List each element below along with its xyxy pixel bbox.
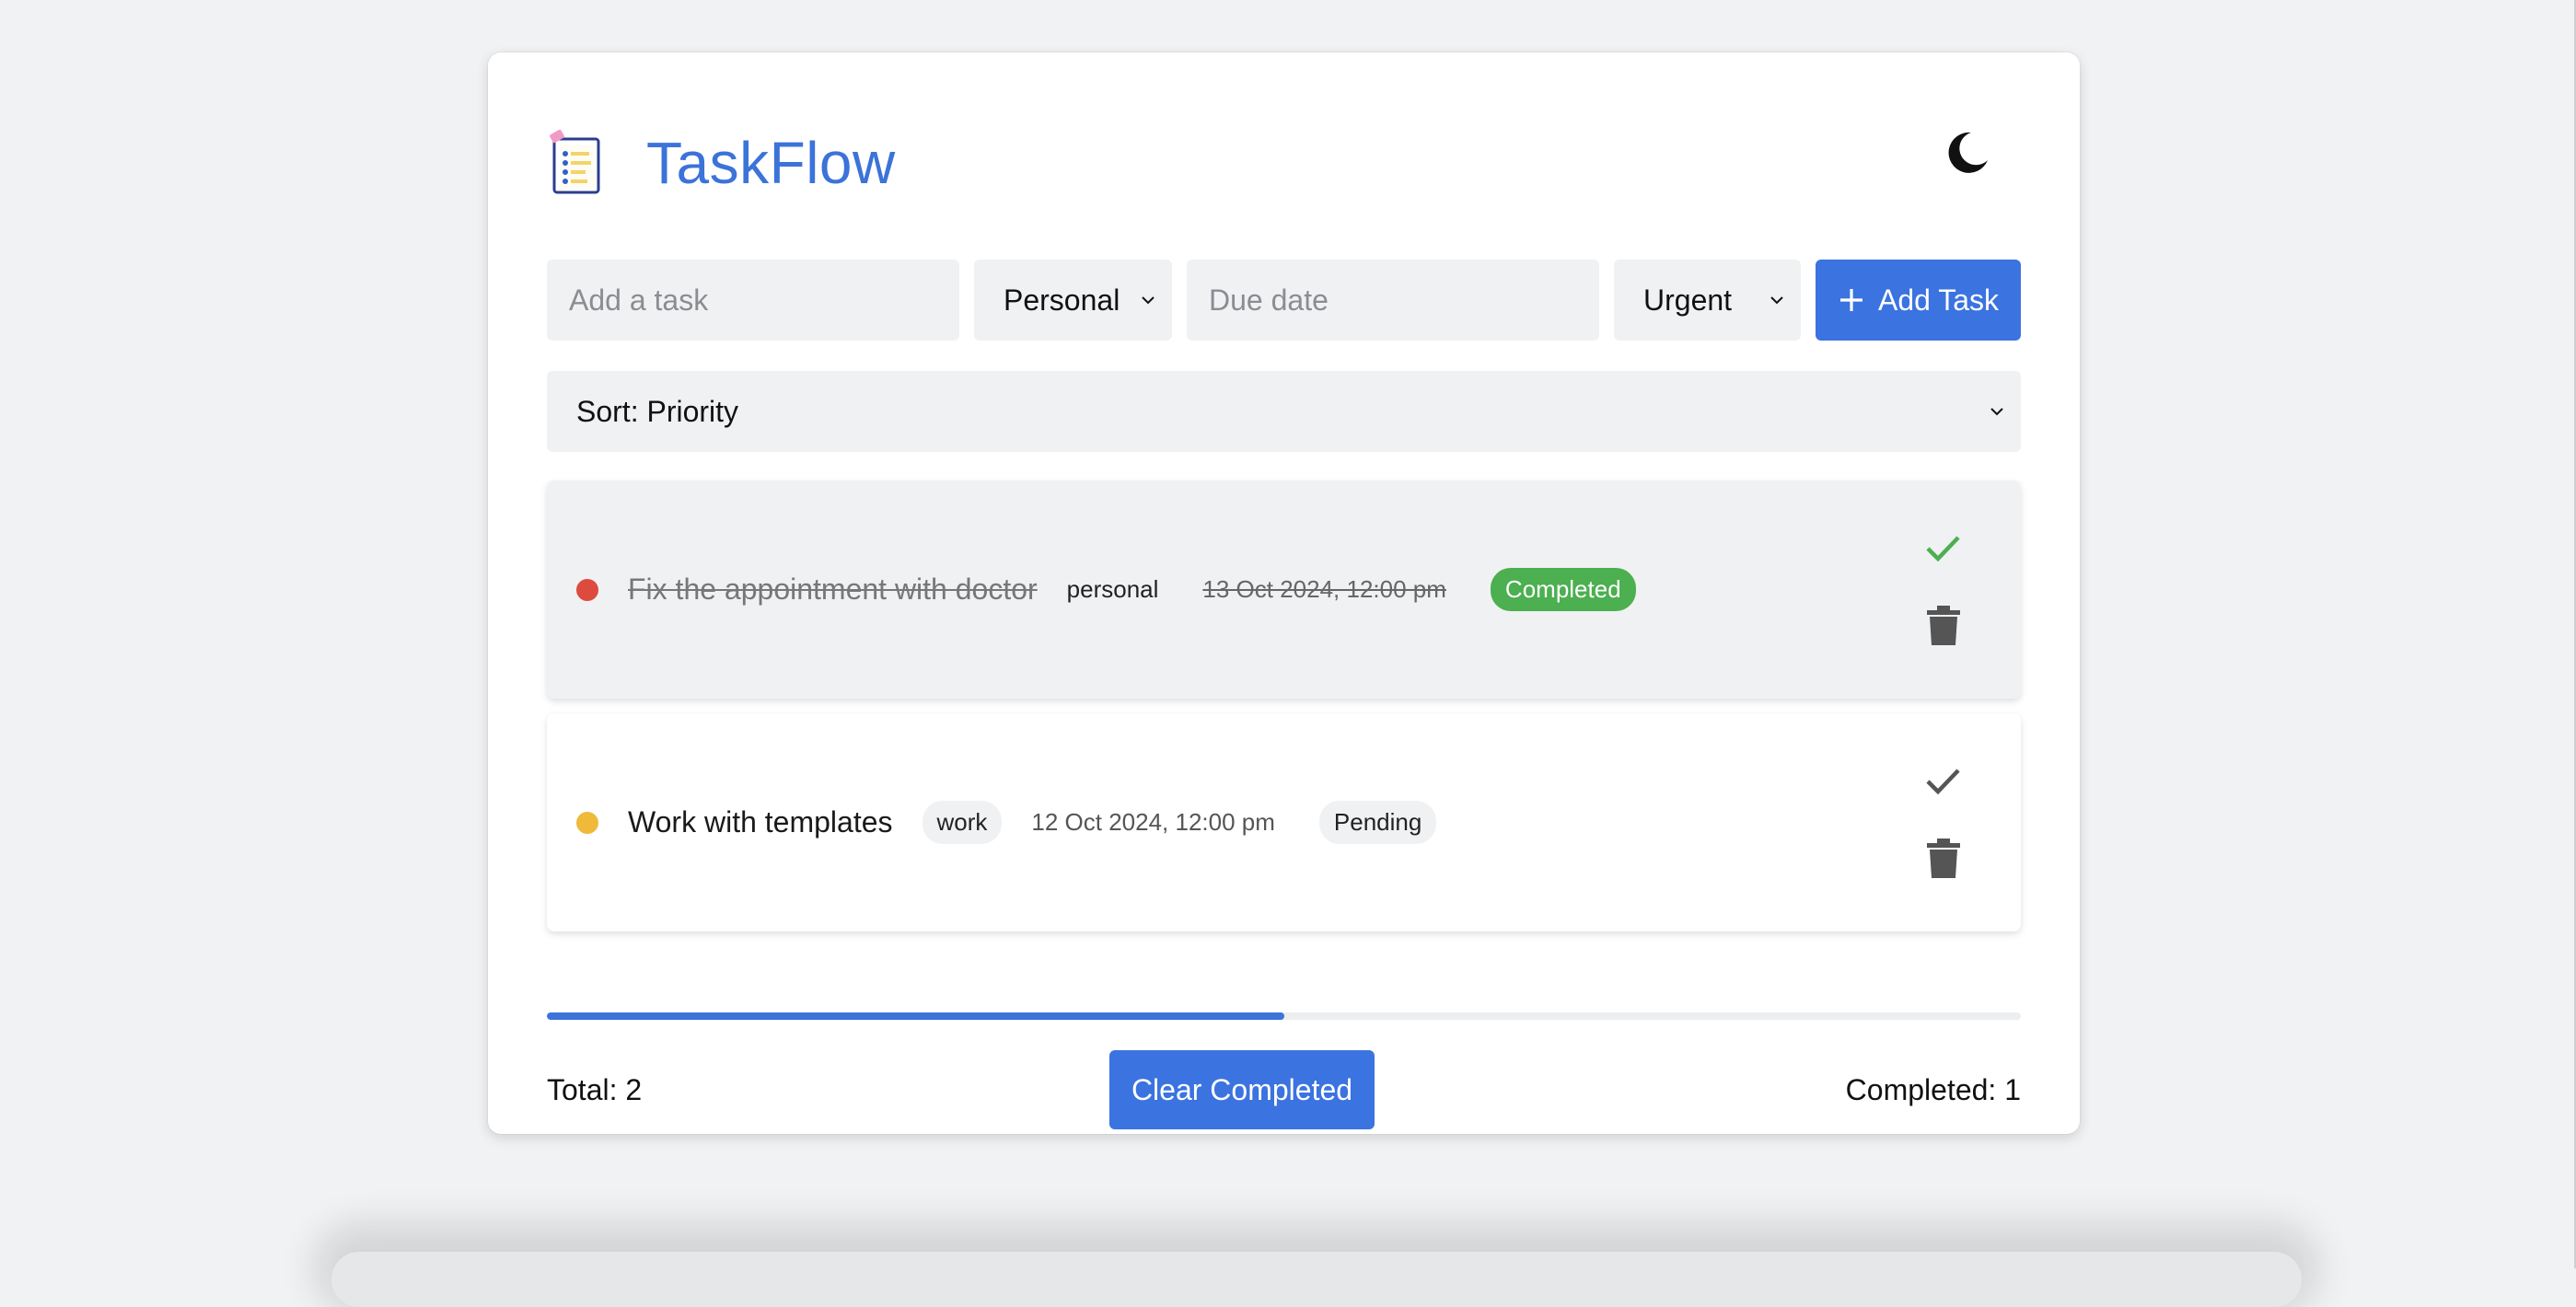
status-badge: Completed bbox=[1490, 568, 1636, 611]
app-card: TaskFlow Add a task Personal Due date Ur… bbox=[488, 52, 2080, 1134]
add-task-form: Add a task Personal Due date Urgent Add … bbox=[547, 260, 2021, 341]
clear-completed-label: Clear Completed bbox=[1131, 1072, 1353, 1106]
progress-fill bbox=[547, 1012, 1284, 1020]
priority-dot bbox=[576, 811, 598, 834]
priority-select-value: Urgent bbox=[1643, 283, 1733, 317]
add-task-button[interactable]: Add Task bbox=[1816, 260, 2021, 341]
task-title: Fix the appointment with doctor bbox=[628, 573, 1038, 606]
due-date-input[interactable]: Due date bbox=[1187, 260, 1599, 341]
category-select-value: Personal bbox=[1004, 283, 1120, 317]
task-item: Work with templates work 12 Oct 2024, 12… bbox=[547, 713, 2021, 931]
total-count: Total: 2 bbox=[547, 1072, 643, 1106]
add-task-button-label: Add Task bbox=[1877, 283, 2000, 317]
app-header: TaskFlow bbox=[547, 117, 896, 209]
plus-icon bbox=[1839, 289, 1862, 311]
task-due-date: 12 Oct 2024, 12:00 pm bbox=[1031, 808, 1275, 836]
sort-select[interactable]: Sort: Priority bbox=[547, 371, 2021, 452]
category-select[interactable]: Personal bbox=[974, 260, 1172, 341]
chevron-down-icon bbox=[1990, 408, 2003, 416]
clear-completed-button[interactable]: Clear Completed bbox=[1109, 1050, 1375, 1129]
sort-select-value: Sort: Priority bbox=[576, 394, 739, 428]
chevron-down-icon bbox=[1142, 296, 1155, 305]
task-due-date: 13 Oct 2024, 12:00 pm bbox=[1202, 575, 1446, 603]
clipboard-checklist-icon bbox=[550, 130, 600, 194]
trash-icon[interactable] bbox=[1925, 838, 1962, 880]
priority-select[interactable]: Urgent bbox=[1614, 260, 1801, 341]
progress-bar bbox=[547, 1012, 2021, 1020]
chevron-down-icon bbox=[1770, 296, 1783, 305]
completed-count: Completed: 1 bbox=[1845, 1072, 2021, 1106]
status-badge: Pending bbox=[1318, 801, 1437, 844]
task-actions bbox=[1921, 713, 1969, 931]
due-date-placeholder: Due date bbox=[1209, 283, 1329, 317]
task-item: Fix the appointment with doctor personal… bbox=[547, 480, 2021, 699]
footer: Total: 2 Clear Completed Completed: 1 bbox=[547, 1050, 2021, 1129]
priority-dot bbox=[576, 578, 598, 601]
task-input-placeholder: Add a task bbox=[569, 283, 709, 317]
task-input[interactable]: Add a task bbox=[547, 260, 959, 341]
task-title: Work with templates bbox=[628, 805, 893, 839]
trash-icon[interactable] bbox=[1925, 605, 1962, 647]
moon-icon[interactable] bbox=[1944, 129, 1991, 177]
task-list: Fix the appointment with doctor personal… bbox=[547, 480, 2021, 946]
task-actions bbox=[1921, 480, 1969, 699]
task-category: work bbox=[922, 801, 1003, 844]
task-category: personal bbox=[1066, 575, 1159, 603]
app-title: TaskFlow bbox=[646, 130, 896, 196]
check-icon[interactable] bbox=[1921, 759, 1964, 802]
background-panel-shadow bbox=[331, 1252, 2302, 1307]
check-icon[interactable] bbox=[1921, 526, 1964, 569]
